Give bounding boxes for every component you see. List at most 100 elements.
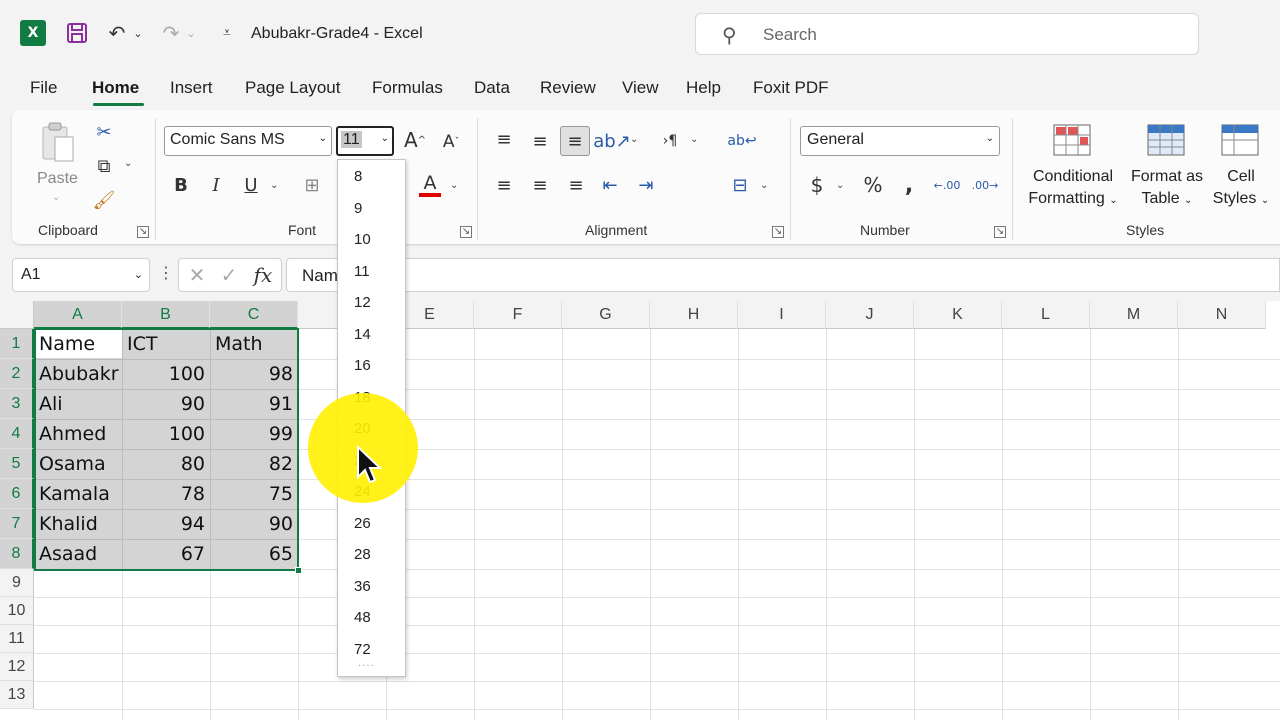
fill-handle[interactable] bbox=[295, 567, 302, 574]
decrease-indent-icon[interactable]: ⇤ bbox=[598, 172, 622, 198]
search-box[interactable]: ⚲ Search bbox=[695, 13, 1199, 55]
top-align-icon[interactable]: ≡ bbox=[492, 126, 516, 152]
decrease-font-size-icon[interactable]: Aˇ bbox=[438, 128, 464, 156]
tab-home[interactable]: Home bbox=[92, 78, 139, 98]
font-size-option-72[interactable]: 72 bbox=[354, 641, 371, 658]
cell-a2[interactable]: Abubakr bbox=[34, 359, 122, 389]
copy-dropdown-icon[interactable]: ⌄ bbox=[124, 158, 132, 169]
merge-center-dropdown-icon[interactable]: ⌄ bbox=[760, 180, 768, 191]
row-header-12[interactable]: 12 bbox=[0, 653, 34, 681]
align-center-icon[interactable]: ≡ bbox=[528, 172, 552, 198]
underline-dropdown-icon[interactable]: ⌄ bbox=[270, 180, 278, 191]
cell-a3[interactable]: Ali bbox=[34, 389, 122, 419]
cell-b1[interactable]: ICT bbox=[122, 329, 210, 359]
increase-decimal-icon[interactable]: ←.00 bbox=[932, 172, 962, 198]
cell-a8[interactable]: Asaad bbox=[34, 539, 122, 569]
cell-b3[interactable]: 90 bbox=[122, 389, 210, 419]
cell-b2[interactable]: 100 bbox=[122, 359, 210, 389]
cell-b5[interactable]: 80 bbox=[122, 449, 210, 479]
tab-view[interactable]: View bbox=[622, 78, 659, 98]
cell-c5[interactable]: 82 bbox=[210, 449, 298, 479]
borders-icon[interactable]: ⊞ bbox=[300, 172, 324, 198]
wrap-text-icon[interactable]: ab↩ bbox=[727, 126, 756, 156]
middle-align-icon[interactable]: ≡ bbox=[528, 128, 552, 154]
font-size-option-11[interactable]: 11 bbox=[354, 263, 370, 280]
column-header-m[interactable]: M bbox=[1090, 301, 1178, 329]
cell-b4[interactable]: 100 bbox=[122, 419, 210, 449]
font-size-option-10[interactable]: 10 bbox=[354, 231, 371, 248]
cell-b7[interactable]: 94 bbox=[122, 509, 210, 539]
text-direction-icon[interactable]: ›¶ bbox=[656, 128, 684, 154]
cell-c2[interactable]: 98 bbox=[210, 359, 298, 389]
copy-icon[interactable]: ⧉ bbox=[92, 154, 116, 178]
undo-dropdown-icon[interactable]: ⌄ bbox=[131, 20, 145, 46]
cell-a6[interactable]: Kamala bbox=[34, 479, 122, 509]
font-size-dropdown-icon[interactable]: ⌄ bbox=[381, 133, 389, 144]
number-format-box[interactable]: General ⌄ bbox=[800, 126, 1000, 156]
select-all-corner[interactable] bbox=[0, 301, 34, 329]
cell-styles-button[interactable]: Cell Styles ⌄ bbox=[1208, 166, 1274, 212]
cell-b6[interactable]: 78 bbox=[122, 479, 210, 509]
formula-input[interactable]: Name bbox=[286, 258, 1280, 292]
orientation-dropdown-icon[interactable]: ⌄ bbox=[630, 134, 638, 145]
cancel-icon[interactable]: ✕ bbox=[185, 263, 209, 287]
tab-insert[interactable]: Insert bbox=[170, 78, 213, 98]
paste-dropdown-icon[interactable]: ⌄ bbox=[52, 192, 60, 203]
cell-c1[interactable]: Math bbox=[210, 329, 298, 359]
conditional-formatting-icon[interactable] bbox=[1052, 122, 1092, 158]
increase-font-size-icon[interactable]: A ^ bbox=[402, 126, 428, 154]
tab-review[interactable]: Review bbox=[540, 78, 596, 98]
bottom-align-icon[interactable]: ≡ bbox=[560, 126, 590, 156]
row-header-5[interactable]: 5 bbox=[0, 449, 34, 479]
row-header-6[interactable]: 6 bbox=[0, 479, 34, 509]
tab-formulas[interactable]: Formulas bbox=[372, 78, 443, 98]
text-direction-dropdown-icon[interactable]: ⌄ bbox=[690, 134, 698, 145]
comma-style-icon[interactable]: , bbox=[898, 172, 920, 198]
font-size-box[interactable]: 11 ⌄ bbox=[336, 126, 394, 156]
row-header-1[interactable]: 1 bbox=[0, 329, 34, 359]
font-size-option-36[interactable]: 36 bbox=[354, 578, 371, 595]
row-header-8[interactable]: 8 bbox=[0, 539, 34, 569]
underline-icon[interactable]: U bbox=[240, 172, 262, 198]
percent-style-icon[interactable]: % bbox=[860, 172, 886, 198]
decrease-decimal-icon[interactable]: .00→ bbox=[970, 172, 1000, 198]
font-color-dropdown-icon[interactable]: ⌄ bbox=[450, 180, 458, 191]
column-header-h[interactable]: H bbox=[650, 301, 738, 329]
undo-icon[interactable]: ↶ bbox=[104, 20, 130, 46]
tab-help[interactable]: Help bbox=[686, 78, 721, 98]
column-header-a[interactable]: A bbox=[34, 301, 122, 329]
row-header-13[interactable]: 13 bbox=[0, 681, 34, 709]
accounting-format-icon[interactable]: $ bbox=[806, 172, 828, 198]
alignment-launcher-icon[interactable]: ↘ bbox=[772, 226, 784, 238]
increase-indent-icon[interactable]: ⇥ bbox=[634, 172, 658, 198]
row-header-7[interactable]: 7 bbox=[0, 509, 34, 539]
name-box-dropdown-icon[interactable]: ⌄ bbox=[134, 268, 143, 281]
column-header-b[interactable]: B bbox=[122, 301, 210, 329]
column-header-n[interactable]: N bbox=[1178, 301, 1266, 329]
column-header-l[interactable]: L bbox=[1002, 301, 1090, 329]
column-header-f[interactable]: F bbox=[474, 301, 562, 329]
align-right-icon[interactable]: ≡ bbox=[564, 172, 588, 198]
merge-center-icon[interactable]: ⊟ bbox=[728, 172, 752, 198]
tab-file[interactable]: File bbox=[30, 78, 57, 98]
italic-icon[interactable]: I bbox=[205, 172, 227, 198]
row-header-10[interactable]: 10 bbox=[0, 597, 34, 625]
clipboard-launcher-icon[interactable]: ↘ bbox=[137, 226, 149, 238]
bold-icon[interactable]: B bbox=[170, 172, 192, 198]
redo-icon[interactable]: ↷ bbox=[158, 20, 184, 46]
cell-b8[interactable]: 67 bbox=[122, 539, 210, 569]
row-header-4[interactable]: 4 bbox=[0, 419, 34, 449]
paste-label[interactable]: Paste bbox=[37, 168, 78, 190]
insert-function-icon[interactable]: fx bbox=[249, 262, 277, 288]
row-header-3[interactable]: 3 bbox=[0, 389, 34, 419]
tab-page-layout[interactable]: Page Layout bbox=[245, 78, 340, 98]
cell-c3[interactable]: 91 bbox=[210, 389, 298, 419]
format-painter-icon[interactable]: 🖌 bbox=[92, 188, 116, 212]
accounting-dropdown-icon[interactable]: ⌄ bbox=[836, 180, 844, 191]
name-box[interactable]: A1 ⌄ bbox=[12, 258, 150, 292]
cell-c8[interactable]: 65 bbox=[210, 539, 298, 569]
column-header-j[interactable]: J bbox=[826, 301, 914, 329]
row-header-11[interactable]: 11 bbox=[0, 625, 34, 653]
formula-bar-options-icon[interactable]: ⋮ bbox=[158, 263, 174, 282]
number-launcher-icon[interactable]: ↘ bbox=[994, 226, 1006, 238]
